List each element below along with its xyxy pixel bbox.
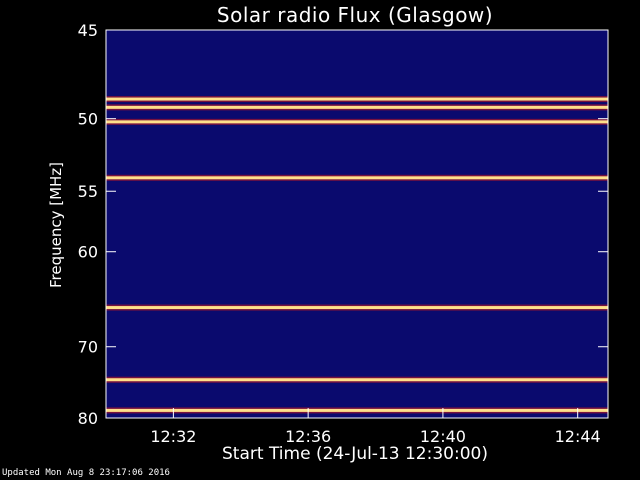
emission-band-core [106,306,608,310]
y-tick-label: 50 [78,110,98,129]
emission-band-core [106,120,608,124]
emission-band-core [106,176,608,180]
emission-band-core [106,97,608,101]
chart-title: Solar radio Flux (Glasgow) [216,3,494,27]
emission-band-core [106,105,608,109]
y-tick-label: 60 [78,243,98,262]
plot-area-background [106,30,608,418]
emission-band-core [106,378,608,382]
spectrogram-plot: 45505560708012:32 12:36 12:40 12:44 [78,21,609,446]
y-tick-label: 80 [78,409,98,428]
y-tick-label: 70 [78,338,98,357]
emission-band-core [106,408,608,412]
y-tick-label: 55 [78,182,98,201]
y-axis-label: Frequency [MHz] [47,161,65,289]
updated-timestamp: Updated Mon Aug 8 23:17:06 2016 [2,468,170,478]
x-axis-label: Start Time (24-Jul-13 12:30:00) [222,444,488,464]
